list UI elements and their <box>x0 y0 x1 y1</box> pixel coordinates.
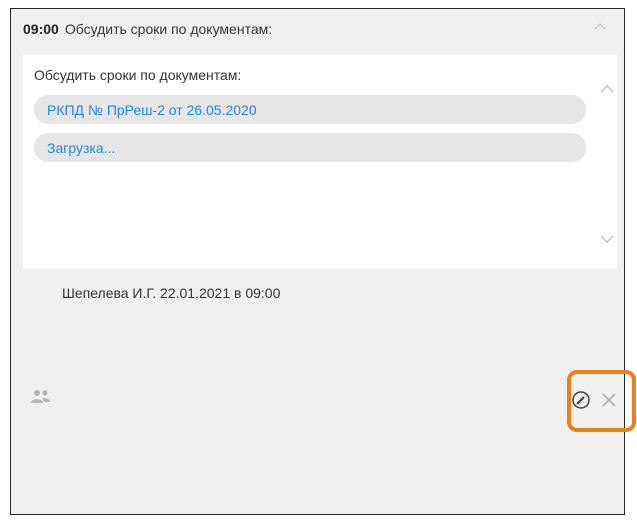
close-icon[interactable] <box>600 391 618 409</box>
chevron-down-icon[interactable] <box>597 229 617 249</box>
document-link[interactable]: Загрузка... <box>34 133 586 162</box>
event-time: 09:00 <box>23 21 59 37</box>
document-link-label: РКПД № ПрРеш-2 от 26.05.2020 <box>47 101 257 118</box>
event-title: Обсудить сроки по документам: <box>64 21 273 37</box>
body-scrollbar[interactable] <box>597 55 617 269</box>
event-body: Обсудить сроки по документам: РКПД № ПрР… <box>23 55 597 269</box>
people-icon[interactable] <box>30 389 52 405</box>
event-header: 09:00 Обсудить сроки по документам: <box>11 9 624 49</box>
chevron-up-icon[interactable] <box>590 17 610 37</box>
document-link[interactable]: РКПД № ПрРеш-2 от 26.05.2020 <box>34 95 586 124</box>
author-info: Шепелева И.Г. 22.01.2021 в 09:00 <box>62 285 281 301</box>
body-heading: Обсудить сроки по документам: <box>34 67 242 83</box>
chevron-up-icon[interactable] <box>597 79 617 99</box>
pencil-circle-icon[interactable] <box>571 390 591 410</box>
document-link-label: Загрузка... <box>47 139 116 156</box>
event-card: 09:00 Обсудить сроки по документам: Обсу… <box>10 8 636 515</box>
